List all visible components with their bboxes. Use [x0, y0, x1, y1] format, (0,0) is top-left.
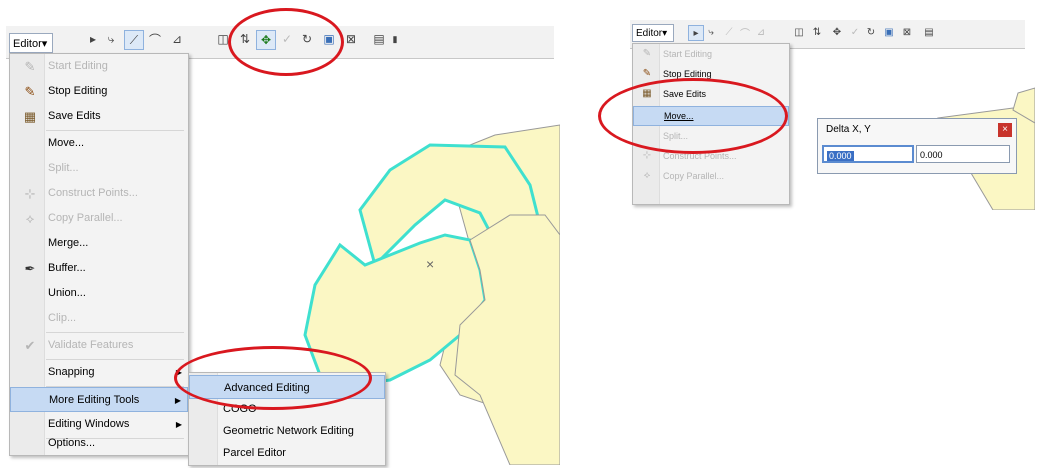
- delta-x-input[interactable]: 0.000: [822, 145, 914, 163]
- highlight-circle-move: [598, 78, 788, 154]
- delta-xy-dialog: Delta X, Y × 0.000 0.000: [817, 118, 1017, 174]
- right-screenshot: ▸ ⤷ ⟋ ⌒ ⊿ ◫ ⇅ ✥ ✓ ↻ ▣ ⊠ ▤ Editor▾ ✎ Star…: [598, 10, 1035, 210]
- attributes-icon[interactable]: ↻: [864, 25, 878, 39]
- construct-points-icon: ⊹: [24, 186, 36, 201]
- edit-annotation-icon[interactable]: ⤷: [102, 30, 120, 48]
- submenu-arrow-icon: ▶: [174, 396, 181, 405]
- straight-segment-icon[interactable]: ⟋: [722, 25, 736, 39]
- menu-item-clip[interactable]: Clip...: [10, 306, 188, 331]
- table-icon[interactable]: ▣: [882, 25, 896, 39]
- buffer-icon: ✒: [24, 261, 36, 276]
- construction-tools-icon[interactable]: ⊿: [168, 30, 186, 48]
- left-screenshot: × ▸ ⤷ ⟋ ⌒ ⊿ ◫ ⇅ ✥ ✓ ↻ ▣ ⊠ ▤ ▮ Editor▾ ✎ …: [0, 0, 560, 466]
- stop-edit-icon: ✎: [642, 68, 652, 79]
- menu-item-move[interactable]: Move...: [10, 131, 188, 156]
- close-icon[interactable]: ×: [998, 123, 1012, 137]
- copy-parallel-icon: ⟡: [643, 170, 651, 181]
- editor-dropdown-label: Editor▾: [13, 38, 48, 50]
- pencil-icon: ✎: [642, 48, 652, 59]
- menu-item-union[interactable]: Union...: [10, 281, 188, 306]
- menu-item-start-editing[interactable]: ✎ Start Editing: [10, 54, 188, 79]
- sketch-properties-icon[interactable]: ⊠: [342, 30, 360, 48]
- submenu-item-geometric-network-editing[interactable]: Geometric Network Editing: [189, 419, 385, 443]
- menu-item-split[interactable]: Split...: [10, 156, 188, 181]
- split-tool-icon[interactable]: ◫: [792, 25, 806, 39]
- validate-icon: ✔: [24, 338, 36, 353]
- straight-segment-icon[interactable]: ⟋: [124, 30, 144, 50]
- delta-y-value: 0.000: [920, 150, 943, 160]
- construction-tools-icon[interactable]: ⊿: [754, 25, 768, 39]
- editor-menu: ✎ Start Editing ✎ Stop Editing ▦ Save Ed…: [9, 53, 189, 456]
- menu-item-more-editing-tools[interactable]: More Editing Tools ▶: [10, 387, 188, 412]
- menu-item-copy-parallel[interactable]: ⟡ Copy Parallel...: [633, 166, 789, 186]
- submenu-item-parcel-editor[interactable]: Parcel Editor: [189, 441, 385, 465]
- menu-item-start-editing[interactable]: ✎ Start Editing: [633, 44, 789, 64]
- sketch-properties-icon[interactable]: ⊠: [900, 25, 914, 39]
- rotate-tool-icon[interactable]: ⇅: [810, 25, 824, 39]
- create-features-icon[interactable]: ▤: [922, 25, 936, 39]
- edit-annotation-icon[interactable]: ⤷: [704, 25, 718, 39]
- editor-dropdown-right[interactable]: Editor▾: [632, 24, 674, 42]
- move-tool-icon[interactable]: ✥: [830, 25, 844, 39]
- pencil-icon: ✎: [24, 59, 36, 74]
- edit-tool-icon[interactable]: ▸: [84, 30, 102, 48]
- edit-tool-icon[interactable]: ▸: [688, 25, 704, 41]
- menu-item-copy-parallel[interactable]: ⟡ Copy Parallel...: [10, 206, 188, 231]
- endpoint-arc-icon[interactable]: ⌒: [146, 30, 164, 48]
- menu-item-snapping[interactable]: Snapping ▶: [10, 360, 188, 385]
- stop-edit-icon: ✎: [24, 84, 36, 99]
- menu-item-buffer[interactable]: ✒ Buffer...: [10, 256, 188, 281]
- menu-item-merge[interactable]: Merge...: [10, 231, 188, 256]
- highlight-circle-advanced-editing: [174, 346, 372, 410]
- menu-item-stop-editing[interactable]: ✎ Stop Editing: [10, 79, 188, 104]
- map-marker: ×: [426, 256, 434, 272]
- menu-item-options[interactable]: Options...: [10, 430, 188, 454]
- editor-dropdown[interactable]: Editor▾: [9, 33, 53, 53]
- menu-item-save-edits[interactable]: ▦ Save Edits: [10, 104, 188, 129]
- delta-x-value: 0.000: [827, 151, 854, 161]
- dialog-title: Delta X, Y: [826, 124, 871, 135]
- copy-parallel-icon: ⟡: [25, 211, 35, 226]
- highlight-circle-toolbar: [228, 8, 344, 76]
- endpoint-arc-icon[interactable]: ⌒: [738, 25, 752, 40]
- sketch-icon[interactable]: ✓: [848, 25, 862, 39]
- save-icon: ▦: [23, 109, 37, 124]
- menu-item-construct-points[interactable]: ⊹ Construct Points...: [10, 181, 188, 206]
- delta-y-input[interactable]: 0.000: [916, 145, 1010, 163]
- toolbar-options-icon[interactable]: ▮: [386, 30, 404, 48]
- menu-item-validate-features[interactable]: ✔ Validate Features: [10, 333, 188, 358]
- editor-dropdown-label: Editor▾: [636, 28, 668, 39]
